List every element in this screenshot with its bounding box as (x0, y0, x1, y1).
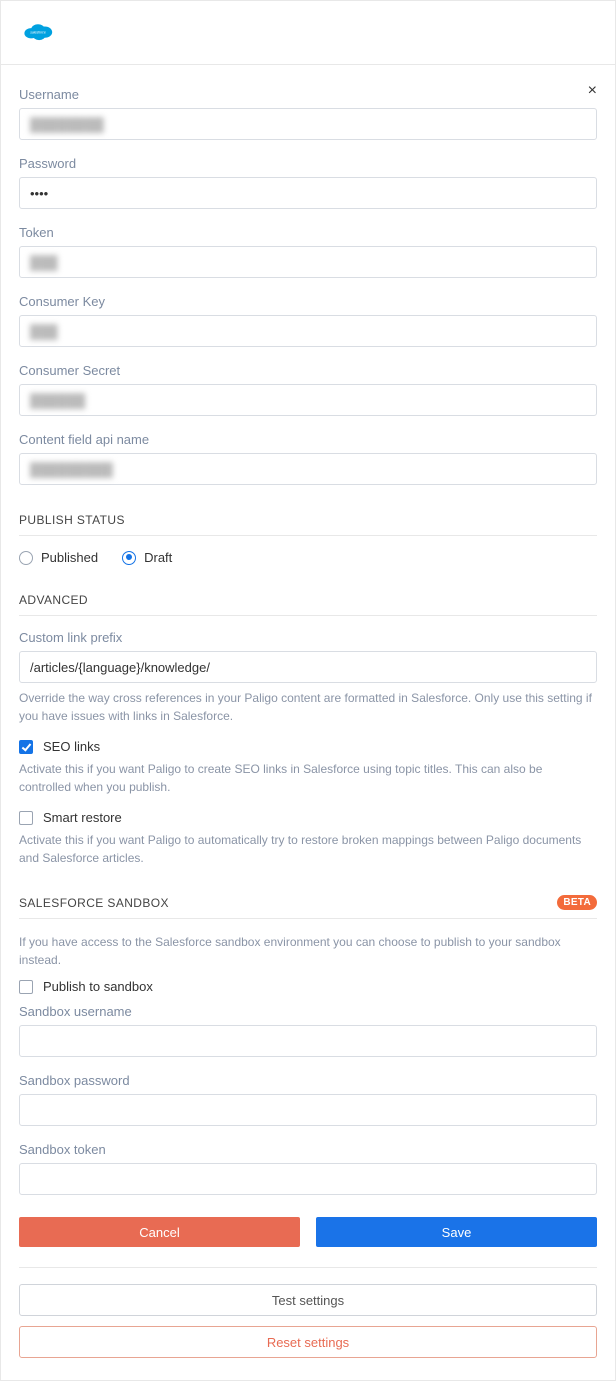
draft-radio-label: Draft (144, 550, 172, 565)
draft-radio[interactable]: Draft (122, 550, 172, 565)
password-input[interactable] (19, 177, 597, 209)
consumer-key-input[interactable]: ███ (19, 315, 597, 347)
custom-link-input[interactable] (19, 651, 597, 683)
sandbox-password-input[interactable] (19, 1094, 597, 1126)
seo-links-label: SEO links (43, 739, 100, 754)
username-label: Username (19, 87, 597, 102)
header: salesforce (1, 1, 615, 65)
token-input[interactable]: ███ (19, 246, 597, 278)
smart-restore-checkbox-row[interactable]: Smart restore (19, 810, 597, 825)
publish-sandbox-checkbox[interactable] (19, 980, 33, 994)
beta-badge: BETA (557, 895, 597, 910)
username-input[interactable]: ████████ (19, 108, 597, 140)
test-settings-button[interactable]: Test settings (19, 1284, 597, 1316)
publish-sandbox-label: Publish to sandbox (43, 979, 153, 994)
reset-settings-button[interactable]: Reset settings (19, 1326, 597, 1358)
sandbox-token-input[interactable] (19, 1163, 597, 1195)
divider (19, 1267, 597, 1268)
sandbox-username-input[interactable] (19, 1025, 597, 1057)
content-field-input[interactable]: █████████ (19, 453, 597, 485)
sandbox-password-label: Sandbox password (19, 1073, 597, 1088)
sandbox-username-label: Sandbox username (19, 1004, 597, 1019)
sandbox-intro: If you have access to the Salesforce san… (19, 933, 597, 969)
divider (19, 535, 597, 536)
sandbox-token-label: Sandbox token (19, 1142, 597, 1157)
advanced-title: ADVANCED (19, 593, 597, 607)
token-label: Token (19, 225, 597, 240)
close-icon[interactable]: × (588, 83, 597, 99)
password-label: Password (19, 156, 597, 171)
cancel-button[interactable]: Cancel (19, 1217, 300, 1247)
save-button[interactable]: Save (316, 1217, 597, 1247)
publish-sandbox-checkbox-row[interactable]: Publish to sandbox (19, 979, 597, 994)
consumer-key-label: Consumer Key (19, 294, 597, 309)
divider (19, 918, 597, 919)
content-field-label: Content field api name (19, 432, 597, 447)
published-radio[interactable]: Published (19, 550, 98, 565)
consumer-secret-label: Consumer Secret (19, 363, 597, 378)
sandbox-title: SALESFORCE SANDBOX (19, 896, 169, 910)
published-radio-input[interactable] (19, 551, 33, 565)
draft-radio-input[interactable] (122, 551, 136, 565)
published-radio-label: Published (41, 550, 98, 565)
smart-restore-label: Smart restore (43, 810, 122, 825)
smart-restore-checkbox[interactable] (19, 811, 33, 825)
divider (19, 615, 597, 616)
seo-links-checkbox[interactable] (19, 740, 33, 754)
custom-link-label: Custom link prefix (19, 630, 597, 645)
consumer-secret-input[interactable]: ██████ (19, 384, 597, 416)
publish-status-title: PUBLISH STATUS (19, 513, 597, 527)
custom-link-help: Override the way cross references in you… (19, 689, 597, 725)
salesforce-logo-icon: salesforce (21, 19, 55, 43)
seo-links-help: Activate this if you want Paligo to crea… (19, 760, 597, 796)
seo-links-checkbox-row[interactable]: SEO links (19, 739, 597, 754)
svg-text:salesforce: salesforce (30, 30, 46, 34)
smart-restore-help: Activate this if you want Paligo to auto… (19, 831, 597, 867)
